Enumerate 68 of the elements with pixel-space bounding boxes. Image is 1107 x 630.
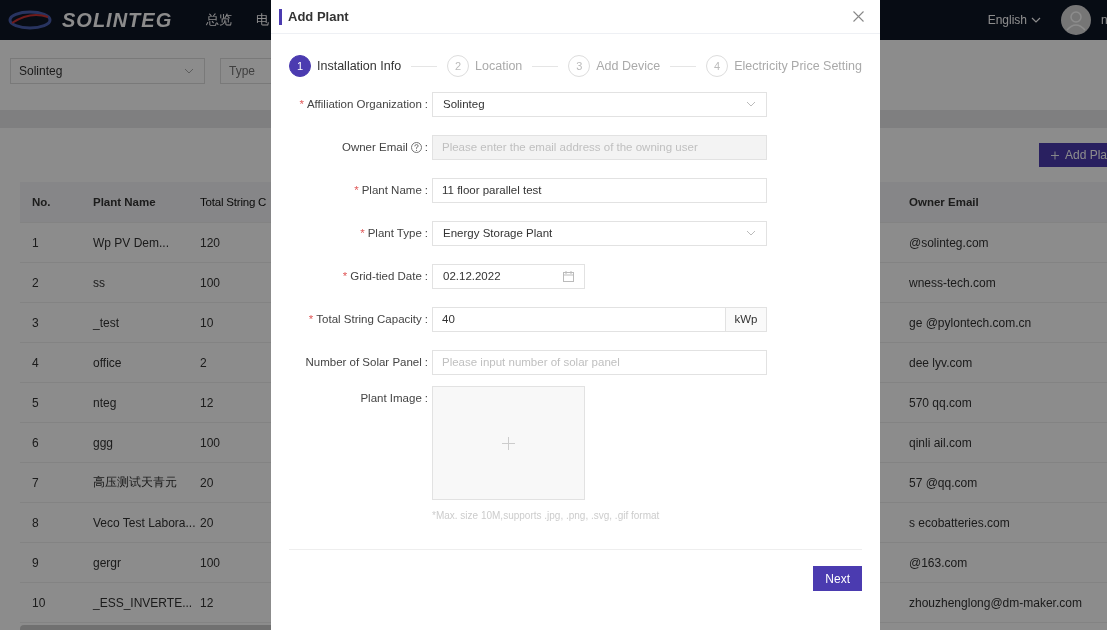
table-cell-text: 100 bbox=[200, 275, 222, 290]
table-cell-text: 570 qq.com bbox=[909, 395, 973, 410]
label-colon: : bbox=[424, 356, 428, 368]
table-cell-text: office bbox=[93, 355, 123, 370]
table-cell-text: 120 bbox=[200, 235, 222, 250]
required-asterisk: * bbox=[299, 98, 304, 110]
required-asterisk: * bbox=[360, 227, 365, 239]
field-label: Plant Type bbox=[367, 227, 422, 239]
table-cell-text: @163.com bbox=[909, 555, 969, 570]
label-colon: : bbox=[424, 227, 428, 239]
field-label: Affiliation Organization bbox=[306, 98, 422, 110]
label-colon: : bbox=[424, 313, 428, 325]
table-cell-text: 2 bbox=[200, 355, 208, 370]
column-header: Owner Email bbox=[909, 196, 980, 208]
table-cell-text: 5 bbox=[31, 395, 40, 410]
field-label: Grid-tied Date bbox=[350, 270, 422, 282]
required-asterisk: * bbox=[308, 313, 314, 325]
table-cell-text: 6 bbox=[31, 435, 40, 450]
table-cell-text: 57 @qq.com bbox=[909, 475, 979, 490]
table-cell-text: 12 bbox=[200, 595, 215, 610]
table-cell-text: 20 bbox=[200, 515, 215, 530]
table-cell-text: ggg bbox=[93, 435, 115, 450]
table-cell-text: _test bbox=[93, 315, 120, 330]
table-cell-text: 100 bbox=[200, 555, 222, 570]
required-asterisk: * bbox=[342, 270, 348, 282]
table-cell-text: s ecobatteries.com bbox=[909, 515, 1011, 530]
table-cell-text: Wp PV Dem... bbox=[93, 235, 170, 250]
label-colon: : bbox=[424, 392, 428, 404]
label-colon: : bbox=[424, 184, 428, 196]
unit-addon: kWp bbox=[725, 307, 766, 331]
dialog-title: Add Plant bbox=[279, 8, 349, 25]
table-cell-text: 10 bbox=[200, 315, 215, 330]
table-cell-text: @solinteg.com bbox=[909, 235, 990, 250]
label-colon: : bbox=[424, 270, 428, 282]
label-colon: : bbox=[424, 141, 428, 153]
field-label: Total String Capacity bbox=[316, 313, 422, 325]
table-cell-text: Veco Test Labora... bbox=[93, 515, 197, 530]
table-cell-text: 20 bbox=[200, 475, 215, 490]
label-colon: : bbox=[424, 98, 428, 110]
table-cell-text: dee lyv.com bbox=[909, 355, 974, 370]
step-number: 1 bbox=[289, 55, 311, 77]
table-cell-text: 高压测试天青元 bbox=[93, 474, 178, 491]
table-cell-text: _ESS_INVERTE... bbox=[93, 595, 194, 610]
table-cell-text: 3 bbox=[31, 315, 40, 330]
table-cell-text: 12 bbox=[200, 395, 215, 410]
table-cell-text: gergr bbox=[93, 555, 122, 570]
field-label: Number of Solar Panel bbox=[305, 356, 422, 368]
table-cell-text: zhouzhenglong@dm-maker.com bbox=[909, 595, 1083, 610]
table-cell-text: 7 bbox=[31, 475, 40, 490]
column-header: Plant Name bbox=[93, 196, 157, 208]
field-label: Plant Image bbox=[360, 392, 422, 404]
table-cell-text: nteg bbox=[93, 395, 118, 410]
table-cell-text: 10 bbox=[31, 595, 47, 610]
required-asterisk: * bbox=[354, 184, 359, 196]
column-header: Total String C bbox=[200, 196, 268, 208]
table-cell-text: qinli ail.com bbox=[909, 435, 973, 450]
field-label: Owner Email bbox=[341, 141, 408, 153]
table-cell-text: 1 bbox=[31, 235, 40, 250]
table-cell-text: ss bbox=[93, 275, 106, 290]
table-cell-text: 2 bbox=[31, 275, 40, 290]
column-header: No. bbox=[31, 196, 52, 208]
table-cell-text: 9 bbox=[31, 555, 40, 570]
table-cell-text: 4 bbox=[31, 355, 40, 370]
table-cell-text: 8 bbox=[31, 515, 40, 530]
table-cell-text: wness-tech.com bbox=[909, 275, 997, 290]
table-cell-text: 100 bbox=[200, 435, 222, 450]
table-cell-text: ge @pylontech.com.cn bbox=[909, 315, 1033, 330]
field-label: Plant Name bbox=[361, 184, 422, 196]
